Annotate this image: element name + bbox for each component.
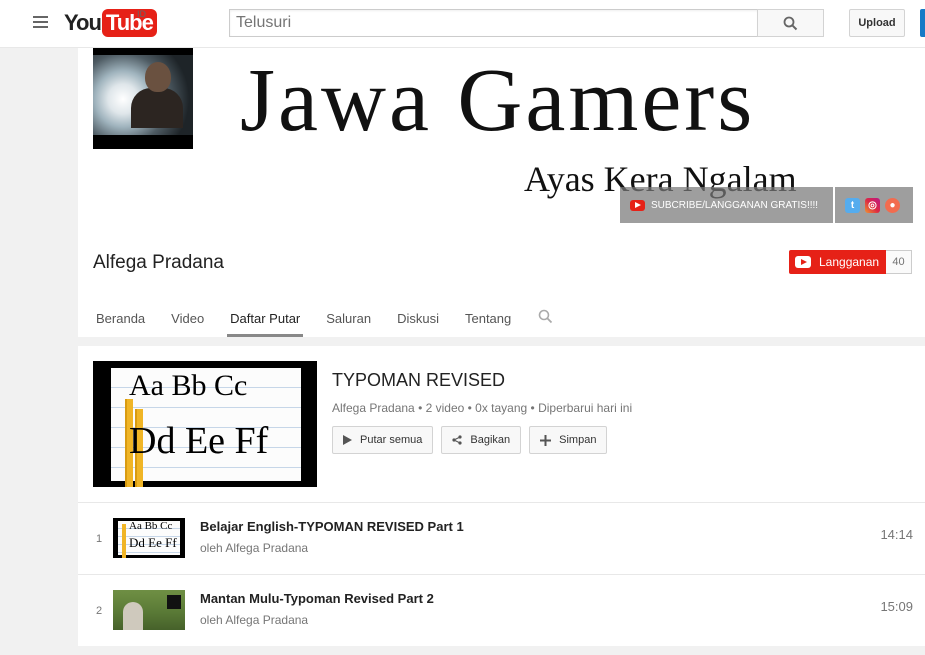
upload-button[interactable]: Upload — [849, 9, 905, 37]
share-icon — [452, 435, 462, 445]
logo-tube-text: Tube — [101, 9, 157, 37]
play-all-button[interactable]: Putar semua — [332, 426, 434, 454]
logo-you-text: You — [64, 10, 102, 35]
video-index: 2 — [96, 605, 103, 617]
banner-links: SUBCRIBE/LANGGANAN GRATIS!!!! t ◎ ● — [620, 187, 913, 223]
share-label: Bagikan — [470, 434, 511, 446]
video-owner[interactable]: oleh Alfega Pradana — [200, 541, 308, 555]
playlist-card: Aa Bb Cc Dd Ee Ff TYPOMAN REVISED Alfega… — [78, 346, 925, 646]
video-duration: 15:09 — [880, 599, 913, 614]
search-icon — [538, 309, 553, 324]
channel-search-button[interactable] — [538, 300, 553, 329]
subscribe-widget: Langganan 40 — [789, 250, 912, 274]
sign-in-button-edge[interactable] — [920, 9, 925, 37]
plus-icon — [540, 434, 552, 446]
playlist-thumbnail[interactable]: Aa Bb Cc Dd Ee Ff — [93, 361, 317, 487]
country-code: ID — [137, 9, 146, 19]
channel-tabs: Beranda Video Daftar Putar Saluran Disku… — [93, 300, 553, 337]
thumb-text-line1: Aa Bb Cc — [129, 520, 173, 532]
youtube-icon — [795, 256, 811, 268]
tab-diskusi[interactable]: Diskusi — [394, 300, 442, 337]
masthead: You Tube ID Upload — [0, 0, 925, 48]
save-label: Simpan — [559, 434, 597, 446]
search-icon — [783, 16, 798, 30]
tab-video[interactable]: Video — [168, 300, 207, 337]
menu-icon[interactable] — [33, 16, 48, 29]
channel-header: Jawa Gamers Ayas Kera Ngalam SUBCRIBE/LA… — [78, 48, 925, 337]
banner-subscribe-link[interactable]: SUBCRIBE/LANGGANAN GRATIS!!!! — [620, 187, 833, 223]
video-duration: 14:14 — [880, 527, 913, 542]
social-links: t ◎ ● — [835, 187, 913, 223]
search-box[interactable] — [229, 9, 758, 37]
search-input[interactable] — [230, 10, 758, 36]
playlist-meta: Alfega Pradana • 2 video • 0x tayang • D… — [332, 401, 633, 415]
video-title[interactable]: Mantan Mulu-Typoman Revised Part 2 — [200, 591, 434, 606]
video-title[interactable]: Belajar English-TYPOMAN REVISED Part 1 — [200, 519, 464, 534]
playlist-actions: Putar semua Bagikan Simpan — [332, 426, 608, 454]
banner-subscribe-link-text: SUBCRIBE/LANGGANAN GRATIS!!!! — [651, 199, 819, 211]
tab-daftar-putar[interactable]: Daftar Putar — [227, 300, 304, 337]
twitter-icon[interactable]: t — [845, 197, 860, 213]
video-index: 1 — [96, 533, 103, 545]
channel-avatar-photo[interactable] — [93, 48, 193, 149]
channel-name[interactable]: Alfega Pradana — [93, 252, 224, 274]
tab-beranda[interactable]: Beranda — [93, 300, 148, 337]
channel-banner: Jawa Gamers Ayas Kera Ngalam SUBCRIBE/LA… — [78, 48, 925, 223]
play-all-label: Putar semua — [360, 434, 423, 446]
banner-title: Jawa Gamers — [240, 51, 756, 150]
share-button[interactable]: Bagikan — [441, 426, 522, 454]
save-button[interactable]: Simpan — [529, 426, 608, 454]
youtube-icon — [630, 199, 645, 211]
tab-saluran[interactable]: Saluran — [323, 300, 374, 337]
video-thumbnail[interactable] — [113, 590, 185, 630]
thumb-text-line2: Dd Ee Ff — [129, 535, 177, 550]
instagram-icon[interactable]: ◎ — [865, 197, 880, 213]
search-button[interactable] — [757, 9, 824, 37]
subscriber-count: 40 — [886, 250, 912, 274]
thumb-text-line2: Dd Ee Ff — [129, 420, 269, 462]
playlist-title[interactable]: TYPOMAN REVISED — [332, 370, 505, 391]
playlist-video-row[interactable]: 1 Aa Bb Cc Dd Ee Ff Belajar English-TYPO… — [78, 502, 925, 574]
tab-tentang[interactable]: Tentang — [462, 300, 514, 337]
playlist-video-row[interactable]: 2 Mantan Mulu-Typoman Revised Part 2 ole… — [78, 574, 925, 646]
custom-link-icon[interactable]: ● — [885, 197, 900, 213]
subscribe-button[interactable]: Langganan — [789, 250, 886, 274]
thumb-text-line1: Aa Bb Cc — [129, 369, 248, 402]
video-thumbnail[interactable]: Aa Bb Cc Dd Ee Ff — [113, 518, 185, 558]
subscribe-label: Langganan — [819, 255, 880, 269]
play-icon — [343, 435, 352, 445]
video-owner[interactable]: oleh Alfega Pradana — [200, 613, 308, 627]
